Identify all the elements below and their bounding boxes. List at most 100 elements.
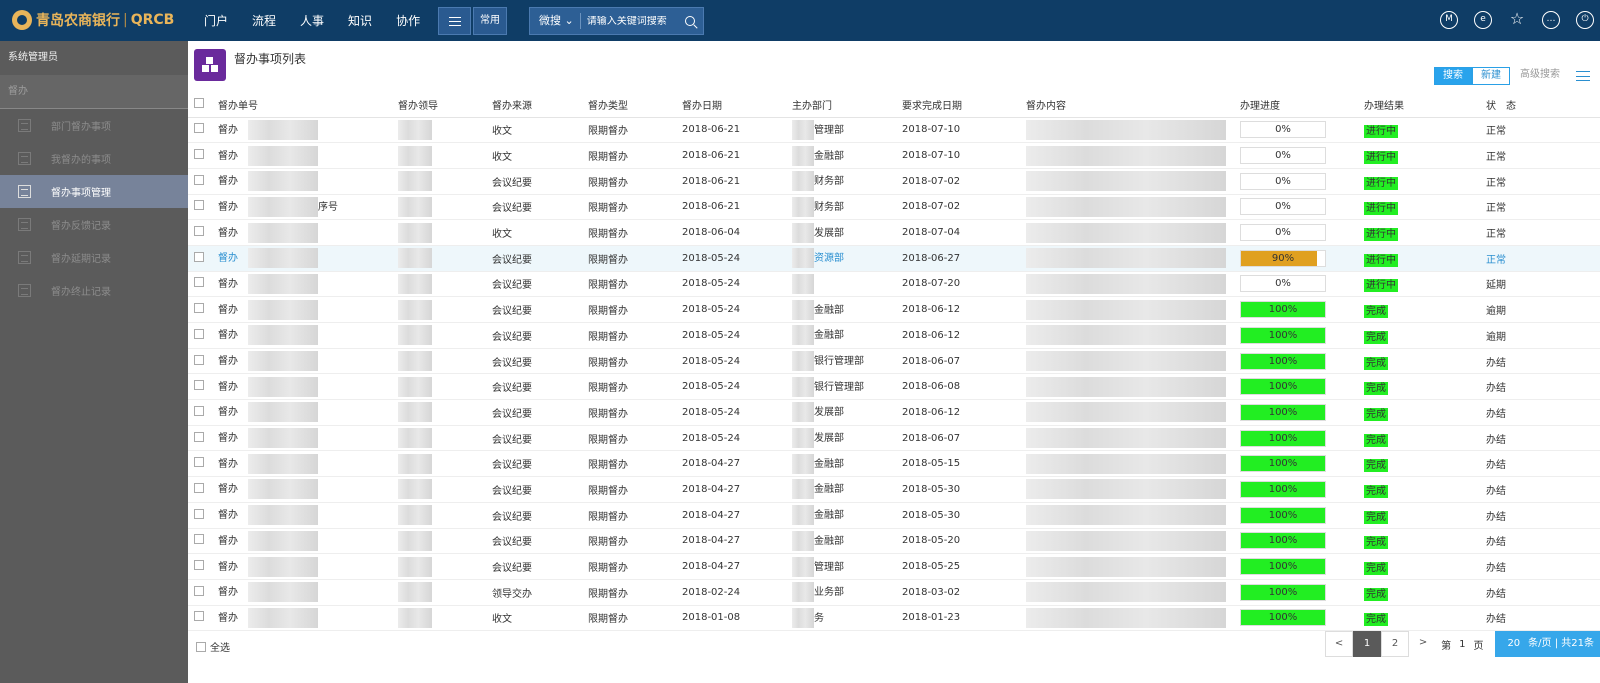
sidebar-group-title[interactable]: 督办 xyxy=(0,75,188,109)
page-2-button[interactable]: 2 xyxy=(1381,631,1410,657)
sidebar-item-3[interactable]: 督办反馈记录 xyxy=(0,208,188,241)
row-checkbox[interactable] xyxy=(194,200,204,211)
sidebar-item-1[interactable]: 我督办的事项 xyxy=(0,142,188,175)
column-header-0[interactable]: 督办单号 xyxy=(218,92,398,118)
row-checkbox[interactable] xyxy=(194,123,204,134)
cell-number[interactable]: 督办 xyxy=(218,528,398,555)
cell-number[interactable]: 督办 xyxy=(218,348,398,375)
power-icon[interactable]: ⏻ xyxy=(1576,11,1594,29)
select-all-checkbox[interactable] xyxy=(196,641,206,652)
table-row[interactable]: 督办 会议纪要 限期督办 2018-05-24 金融部 2018-06-12 100% 完成 逾… xyxy=(188,322,1600,349)
common-button[interactable]: 常用 xyxy=(473,7,507,35)
row-checkbox[interactable] xyxy=(194,611,204,622)
table-row[interactable]: 督办 会议纪要 限期督办 2018-04-27 金融部 2018-05-30 100% 完成 办… xyxy=(188,476,1600,503)
cell-number[interactable]: 督办 xyxy=(218,296,398,323)
table-row[interactable]: 督办 收文 限期督办 2018-01-08 务 2018-01-23 100% 完成 办结 xyxy=(188,605,1600,632)
list-view-icon[interactable] xyxy=(1576,71,1590,81)
row-checkbox[interactable] xyxy=(194,226,204,237)
header-checkbox[interactable] xyxy=(194,97,204,108)
row-checkbox[interactable] xyxy=(194,431,204,442)
row-checkbox[interactable] xyxy=(194,251,204,262)
cell-number[interactable]: 督办 xyxy=(218,553,398,580)
next-page-button[interactable]: > xyxy=(1409,631,1437,657)
search-scope-dropdown[interactable]: 微搜 ⌄ xyxy=(530,13,581,29)
row-checkbox[interactable] xyxy=(194,380,204,391)
search-button[interactable]: 搜索 xyxy=(1434,67,1472,85)
nav-item-2[interactable]: 人事 xyxy=(300,12,324,29)
sidebar-item-0[interactable]: 部门督办事项 xyxy=(0,109,188,142)
table-row[interactable]: 督办 会议纪要 限期督办 2018-05-24 发展部 2018-06-07 100% 完成 办… xyxy=(188,425,1600,452)
table-row[interactable]: 督办 会议纪要 限期督办 2018-05-24 银行管理部 2018-06-07 100% 完… xyxy=(188,348,1600,375)
cell-number[interactable]: 督办 xyxy=(218,502,398,529)
table-row[interactable]: 督办 会议纪要 限期督办 2018-04-27 管理部 2018-05-25 100% 完成 办… xyxy=(188,553,1600,580)
column-header-1[interactable]: 督办领导 xyxy=(398,92,492,118)
page-size-select[interactable]: 20 条/页 | 共21条 xyxy=(1495,631,1600,657)
nav-item-1[interactable]: 流程 xyxy=(252,12,276,29)
table-row[interactable]: 督办 会议纪要 限期督办 2018-05-24 金融部 2018-06-12 100% 完成 逾… xyxy=(188,296,1600,323)
table-row[interactable]: 督办 会议纪要 限期督办 2018-04-27 金融部 2018-05-15 100% 完成 办… xyxy=(188,450,1600,478)
cell-number[interactable]: 督办 xyxy=(218,579,398,606)
cell-number[interactable]: 督办 xyxy=(218,219,398,246)
row-checkbox[interactable] xyxy=(194,534,204,545)
table-row[interactable]: 督办 会议纪要 限期督办 2018-05-24 2018-07-20 0% 进行中 延期 xyxy=(188,271,1600,298)
row-checkbox[interactable] xyxy=(194,277,204,288)
select-all[interactable]: 全选 xyxy=(196,639,230,654)
column-header-2[interactable]: 督办来源 xyxy=(492,92,588,118)
table-row[interactable]: 督办 会议纪要 限期督办 2018-06-21 财务部 2018-07-02 0% 进行中 正常 xyxy=(188,168,1600,195)
search-input[interactable] xyxy=(580,15,681,27)
column-header-8[interactable]: 办理进度 xyxy=(1240,92,1364,118)
table-row[interactable]: 督办 会议纪要 限期督办 2018-05-24 资源部 2018-06-27 90% 进行中 正… xyxy=(188,245,1600,272)
row-checkbox[interactable] xyxy=(194,354,204,365)
more-icon[interactable]: … xyxy=(1542,11,1560,29)
table-row[interactable]: 督办 序号 会议纪要 限期督办 2018-06-21 财务部 2018-07-02 0% 进行中… xyxy=(188,194,1600,221)
cell-number[interactable]: 督办 xyxy=(218,322,398,349)
table-row[interactable]: 督办 收文 限期督办 2018-06-21 管理部 2018-07-10 0% 进行中 正常 xyxy=(188,117,1600,144)
column-header-4[interactable]: 督办日期 xyxy=(682,92,792,118)
column-header-7[interactable]: 督办内容 xyxy=(1026,92,1240,118)
column-header-10[interactable]: 状 态 xyxy=(1486,92,1600,118)
row-checkbox[interactable] xyxy=(194,457,204,468)
new-button[interactable]: 新建 xyxy=(1472,67,1510,85)
brand-logo[interactable]: 青岛农商银行 | QRCB xyxy=(12,10,174,30)
cell-number[interactable]: 督办 xyxy=(218,373,398,401)
cell-number[interactable]: 督办 xyxy=(218,450,398,478)
cell-number[interactable]: 督办 xyxy=(218,142,398,169)
cell-number[interactable]: 督办 xyxy=(218,245,398,272)
m-icon[interactable]: M xyxy=(1440,11,1458,29)
row-checkbox[interactable] xyxy=(194,174,204,185)
row-checkbox[interactable] xyxy=(194,560,204,571)
row-checkbox[interactable] xyxy=(194,149,204,160)
goto-page-input[interactable]: 1 xyxy=(1455,639,1469,650)
cell-number[interactable]: 督办 xyxy=(218,605,398,632)
table-row[interactable]: 督办 收文 限期督办 2018-06-21 金融部 2018-07-10 0% 进行中 正常 xyxy=(188,142,1600,169)
table-row[interactable]: 督办 会议纪要 限期督办 2018-04-27 金融部 2018-05-30 100% 完成 办… xyxy=(188,502,1600,529)
sidebar-item-4[interactable]: 督办延期记录 xyxy=(0,241,188,274)
e-icon[interactable]: e xyxy=(1474,11,1492,29)
nav-item-3[interactable]: 知识 xyxy=(348,12,372,29)
column-header-5[interactable]: 主办部门 xyxy=(792,92,902,118)
nav-item-4[interactable]: 协作 xyxy=(396,12,420,29)
page-1-button[interactable]: 1 xyxy=(1353,631,1382,657)
row-checkbox[interactable] xyxy=(194,328,204,339)
cell-number[interactable]: 督办 xyxy=(218,271,398,298)
sidebar-item-5[interactable]: 督办终止记录 xyxy=(0,274,188,307)
table-row[interactable]: 督办 收文 限期督办 2018-06-04 发展部 2018-07-04 0% 进行中 正常 xyxy=(188,219,1600,246)
cell-number[interactable]: 督办 xyxy=(218,399,398,426)
nav-item-0[interactable]: 门户 xyxy=(204,12,228,29)
table-row[interactable]: 督办 会议纪要 限期督办 2018-05-24 发展部 2018-06-12 100% 完成 办… xyxy=(188,399,1600,426)
menu-button[interactable] xyxy=(438,7,471,35)
cell-number[interactable]: 督办 序号 xyxy=(218,194,398,221)
advanced-search-button[interactable]: 高级搜索 xyxy=(1516,67,1564,85)
row-checkbox[interactable] xyxy=(194,482,204,493)
table-row[interactable]: 督办 会议纪要 限期督办 2018-05-24 银行管理部 2018-06-08 100% 完… xyxy=(188,373,1600,401)
column-header-3[interactable]: 督办类型 xyxy=(588,92,682,118)
cell-number[interactable]: 督办 xyxy=(218,476,398,503)
cell-number[interactable]: 督办 xyxy=(218,168,398,195)
row-checkbox[interactable] xyxy=(194,405,204,416)
table-row[interactable]: 督办 领导交办 限期督办 2018-02-24 业务部 2018-03-02 100% 完成 办… xyxy=(188,579,1600,606)
sidebar-item-2[interactable]: 督办事项管理 xyxy=(0,175,188,208)
column-header-9[interactable]: 办理结果 xyxy=(1364,92,1486,118)
cell-number[interactable]: 督办 xyxy=(218,117,398,144)
cell-number[interactable]: 督办 xyxy=(218,425,398,452)
prev-page-button[interactable]: < xyxy=(1325,631,1354,657)
